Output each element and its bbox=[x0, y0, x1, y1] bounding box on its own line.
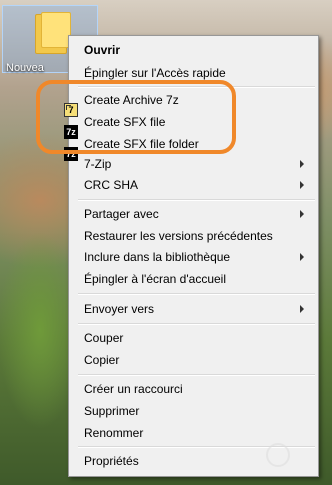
menu-separator bbox=[78, 374, 315, 376]
menu-item-label: 7-Zip bbox=[84, 157, 112, 171]
menu-item-7zip[interactable]: 7-Zip bbox=[71, 153, 316, 175]
submenu-arrow-icon bbox=[300, 305, 304, 313]
watermark-logo bbox=[262, 441, 318, 469]
menu-separator bbox=[78, 199, 315, 201]
menu-item-label: Copier bbox=[84, 353, 120, 367]
menu-item-label: Partager avec bbox=[84, 207, 159, 221]
menu-item-label: Épingler à l'écran d'accueil bbox=[84, 272, 226, 286]
menu-item-share-with[interactable]: Partager avec bbox=[71, 203, 316, 225]
menu-item-crc-sha[interactable]: CRC SHA bbox=[71, 174, 316, 196]
menu-item-label: Couper bbox=[84, 331, 124, 345]
menu-item-label: CRC SHA bbox=[84, 178, 139, 192]
menu-item-open[interactable]: Ouvrir bbox=[71, 39, 316, 61]
menu-separator bbox=[78, 293, 315, 295]
menu-item-restore-versions[interactable]: Restaurer les versions précédentes bbox=[71, 225, 316, 247]
menu-item-cut[interactable]: Couper bbox=[71, 327, 316, 349]
desktop-background: Nouvea Ouvrir Épingler sur l'Accès rapid… bbox=[0, 0, 332, 485]
menu-separator bbox=[78, 323, 315, 325]
menu-item-send-to[interactable]: Envoyer vers bbox=[71, 298, 316, 320]
menu-item-include-library[interactable]: Inclure dans la bibliothèque bbox=[71, 246, 316, 268]
menu-item-label: Ouvrir bbox=[84, 43, 121, 57]
menu-item-label: Envoyer vers bbox=[84, 302, 155, 316]
menu-item-copy[interactable]: Copier bbox=[71, 349, 316, 371]
menu-item-delete[interactable]: Supprimer bbox=[71, 400, 316, 422]
desktop-folder-label: Nouvea bbox=[6, 62, 44, 74]
menu-item-label: Créer un raccourci bbox=[84, 382, 183, 396]
menu-item-label: Restaurer les versions précédentes bbox=[84, 229, 273, 243]
menu-item-pin-start[interactable]: Épingler à l'écran d'accueil bbox=[71, 268, 316, 290]
submenu-arrow-icon bbox=[300, 160, 304, 168]
submenu-arrow-icon bbox=[300, 181, 304, 189]
menu-item-label: Épingler sur l'Accès rapide bbox=[84, 66, 226, 80]
menu-item-label: Renommer bbox=[84, 426, 144, 440]
folder-icon bbox=[35, 12, 71, 54]
submenu-arrow-icon bbox=[300, 210, 304, 218]
menu-item-create-shortcut[interactable]: Créer un raccourci bbox=[71, 378, 316, 400]
menu-item-label: Supprimer bbox=[84, 404, 140, 418]
menu-item-label: Propriétés bbox=[84, 454, 139, 468]
menu-item-label: Inclure dans la bibliothèque bbox=[84, 250, 231, 264]
submenu-arrow-icon bbox=[300, 253, 304, 261]
highlight-annotation bbox=[36, 80, 236, 154]
